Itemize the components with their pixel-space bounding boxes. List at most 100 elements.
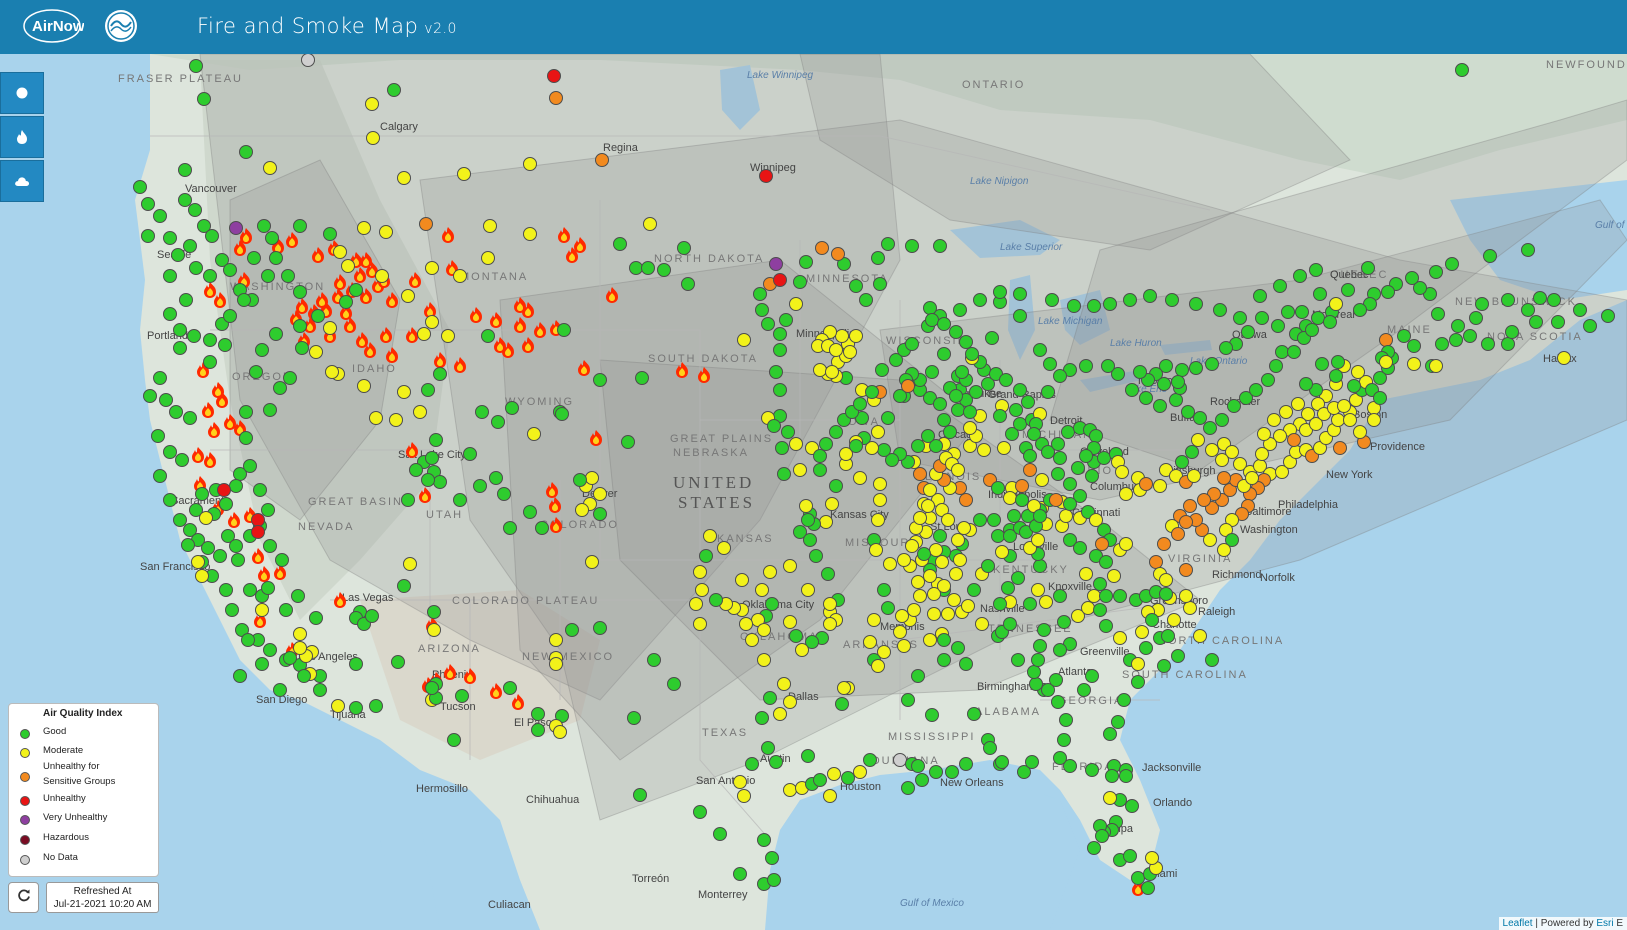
aqi-sensor-marker[interactable]	[243, 583, 257, 597]
aqi-sensor-marker[interactable]	[621, 435, 635, 449]
aqi-sensor-marker[interactable]	[141, 229, 155, 243]
aqi-sensor-marker[interactable]	[293, 285, 307, 299]
aqi-sensor-marker[interactable]	[229, 479, 243, 493]
aqi-sensor-marker[interactable]	[1025, 755, 1039, 769]
aqi-sensor-marker[interactable]	[1179, 515, 1193, 529]
aqi-sensor-marker[interactable]	[1107, 569, 1121, 583]
aqi-sensor-marker[interactable]	[1157, 537, 1171, 551]
aqi-sensor-marker[interactable]	[1469, 311, 1483, 325]
aqi-sensor-marker[interactable]	[453, 269, 467, 283]
aqi-sensor-marker[interactable]	[1079, 449, 1093, 463]
aqi-sensor-marker[interactable]	[657, 263, 671, 277]
aqi-sensor-marker[interactable]	[769, 365, 783, 379]
aqi-sensor-marker[interactable]	[1113, 589, 1127, 603]
aqi-sensor-marker[interactable]	[829, 479, 843, 493]
aqi-sensor-marker[interactable]	[881, 237, 895, 251]
aqi-sensor-marker[interactable]	[795, 643, 809, 657]
aqi-sensor-marker[interactable]	[823, 617, 837, 631]
aqi-sensor-marker[interactable]	[757, 653, 771, 667]
aqi-sensor-marker[interactable]	[531, 723, 545, 737]
aqi-sensor-marker[interactable]	[1449, 333, 1463, 347]
aqi-sensor-marker[interactable]	[735, 573, 749, 587]
aqi-sensor-marker[interactable]	[1501, 293, 1515, 307]
aqi-sensor-marker[interactable]	[913, 511, 927, 525]
airnow-logo[interactable]: AirNow	[22, 7, 85, 45]
aqi-sensor-marker[interactable]	[1189, 297, 1203, 311]
aqi-sensor-marker[interactable]	[755, 583, 769, 597]
aqi-sensor-marker[interactable]	[455, 689, 469, 703]
aqi-sensor-marker[interactable]	[783, 559, 797, 573]
aqi-sensor-marker[interactable]	[951, 403, 965, 417]
aqi-sensor-marker[interactable]	[781, 425, 795, 439]
aqi-sensor-marker[interactable]	[1253, 289, 1267, 303]
aqi-sensor-marker[interactable]	[1045, 293, 1059, 307]
aqi-sensor-marker[interactable]	[575, 503, 589, 517]
aqi-sensor-marker[interactable]	[835, 697, 849, 711]
aqi-sensor-marker[interactable]	[1331, 413, 1345, 427]
aqi-sensor-marker[interactable]	[827, 767, 841, 781]
aqi-sensor-marker[interactable]	[247, 251, 261, 265]
aqi-sensor-marker[interactable]	[503, 681, 517, 695]
aqi-sensor-marker[interactable]	[959, 335, 973, 349]
aqi-sensor-marker[interactable]	[1187, 469, 1201, 483]
aqi-sensor-marker[interactable]	[627, 711, 641, 725]
aqi-sensor-marker[interactable]	[1197, 493, 1211, 507]
aqi-sensor-marker[interactable]	[325, 365, 339, 379]
aqi-sensor-marker[interactable]	[923, 569, 937, 583]
aqi-sensor-marker[interactable]	[633, 788, 647, 802]
aqi-sensor-marker[interactable]	[239, 405, 253, 419]
aqi-sensor-marker[interactable]	[1175, 455, 1189, 469]
map-svg[interactable]: UNITEDSTATESGREAT PLAINSONTARIOQUEBECNEB…	[0, 54, 1627, 930]
aqi-sensor-marker[interactable]	[427, 605, 441, 619]
aqi-sensor-marker[interactable]	[1101, 359, 1115, 373]
aqi-sensor-marker[interactable]	[1033, 639, 1047, 653]
aqi-sensor-marker[interactable]	[255, 657, 269, 671]
aqi-sensor-marker[interactable]	[1185, 445, 1199, 459]
aqi-sensor-marker[interactable]	[977, 443, 991, 457]
aqi-sensor-marker[interactable]	[1213, 303, 1227, 317]
aqi-sensor-marker[interactable]	[283, 651, 297, 665]
aqi-sensor-marker[interactable]	[1011, 653, 1025, 667]
aqi-sensor-marker[interactable]	[923, 633, 937, 647]
aqi-sensor-marker[interactable]	[1267, 413, 1281, 427]
aqi-sensor-marker[interactable]	[993, 285, 1007, 299]
aqi-sensor-marker[interactable]	[1153, 399, 1167, 413]
aqi-sensor-marker[interactable]	[1023, 463, 1037, 477]
aqi-sensor-marker[interactable]	[929, 543, 943, 557]
aqi-sensor-marker[interactable]	[425, 451, 439, 465]
aqi-sensor-marker[interactable]	[917, 547, 931, 561]
aqi-sensor-marker[interactable]	[869, 543, 883, 557]
aqi-sensor-marker[interactable]	[937, 633, 951, 647]
aqi-sensor-marker[interactable]	[873, 277, 887, 291]
aqi-sensor-marker[interactable]	[829, 425, 843, 439]
aqi-sensor-marker[interactable]	[357, 379, 371, 393]
aqi-sensor-marker[interactable]	[1145, 851, 1159, 865]
aqi-sensor-marker[interactable]	[1257, 427, 1271, 441]
aqi-sensor-marker[interactable]	[863, 753, 877, 767]
aqi-sensor-marker[interactable]	[717, 541, 731, 555]
aqi-sensor-marker[interactable]	[1429, 359, 1443, 373]
aqi-sensor-marker[interactable]	[1053, 751, 1067, 765]
aqi-sensor-marker[interactable]	[365, 97, 379, 111]
aqi-sensor-marker[interactable]	[189, 59, 203, 73]
aqi-sensor-marker[interactable]	[801, 749, 815, 763]
aqi-sensor-marker[interactable]	[201, 541, 215, 555]
aqi-sensor-marker[interactable]	[1051, 695, 1065, 709]
aqi-sensor-marker[interactable]	[441, 329, 455, 343]
aqi-sensor-marker[interactable]	[1097, 451, 1111, 465]
aqi-sensor-marker[interactable]	[1241, 325, 1255, 339]
aqi-sensor-marker[interactable]	[773, 327, 787, 341]
aqi-sensor-marker[interactable]	[1379, 333, 1393, 347]
aqi-sensor-marker[interactable]	[527, 427, 541, 441]
aqi-sensor-marker[interactable]	[763, 565, 777, 579]
aqi-sensor-marker[interactable]	[323, 227, 337, 241]
aqi-sensor-marker[interactable]	[949, 389, 963, 403]
aqi-sensor-marker[interactable]	[1273, 279, 1287, 293]
aqi-sensor-marker[interactable]	[473, 479, 487, 493]
aqi-sensor-marker[interactable]	[1119, 487, 1133, 501]
aqi-sensor-marker[interactable]	[873, 477, 887, 491]
aqi-sensor-marker[interactable]	[835, 329, 849, 343]
epa-logo[interactable]	[103, 8, 139, 44]
aqi-sensor-marker[interactable]	[397, 171, 411, 185]
aqi-sensor-marker[interactable]	[877, 583, 891, 597]
